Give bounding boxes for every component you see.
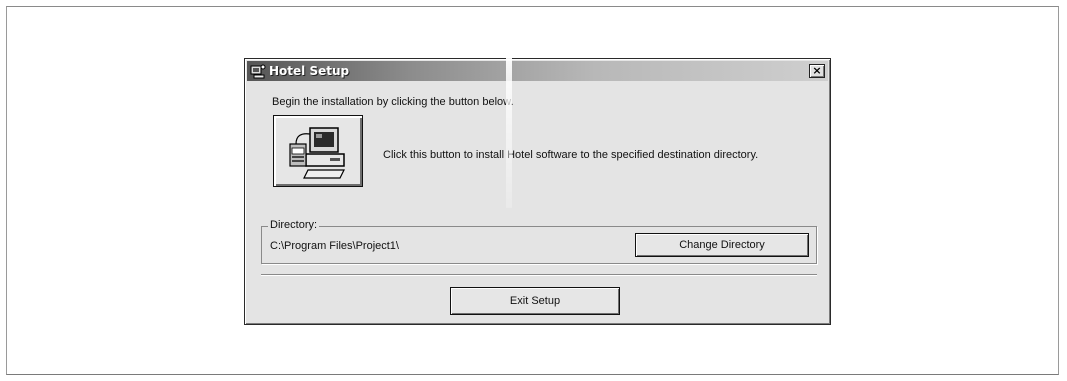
separator xyxy=(261,274,817,276)
setup-app-icon xyxy=(250,63,266,79)
exit-setup-button[interactable]: Exit Setup xyxy=(450,287,620,315)
install-description: Click this button to install Hotel softw… xyxy=(383,149,759,161)
directory-legend: Directory: xyxy=(268,219,320,231)
intro-text: Begin the installation by clicking the b… xyxy=(272,96,514,108)
title-bar[interactable]: Hotel Setup × xyxy=(247,61,828,81)
window-title: Hotel Setup xyxy=(269,64,350,78)
close-icon: × xyxy=(812,64,822,77)
change-directory-button[interactable]: Change Directory xyxy=(635,233,809,257)
close-button[interactable]: × xyxy=(809,64,825,78)
setup-dialog: Hotel Setup × Begin the installation by … xyxy=(244,58,831,325)
computer-setup-icon xyxy=(289,127,345,179)
directory-group: Directory: C:\Program Files\Project1\ Ch… xyxy=(261,219,817,264)
directory-path: C:\Program Files\Project1\ xyxy=(270,240,399,252)
install-button[interactable] xyxy=(273,115,363,187)
